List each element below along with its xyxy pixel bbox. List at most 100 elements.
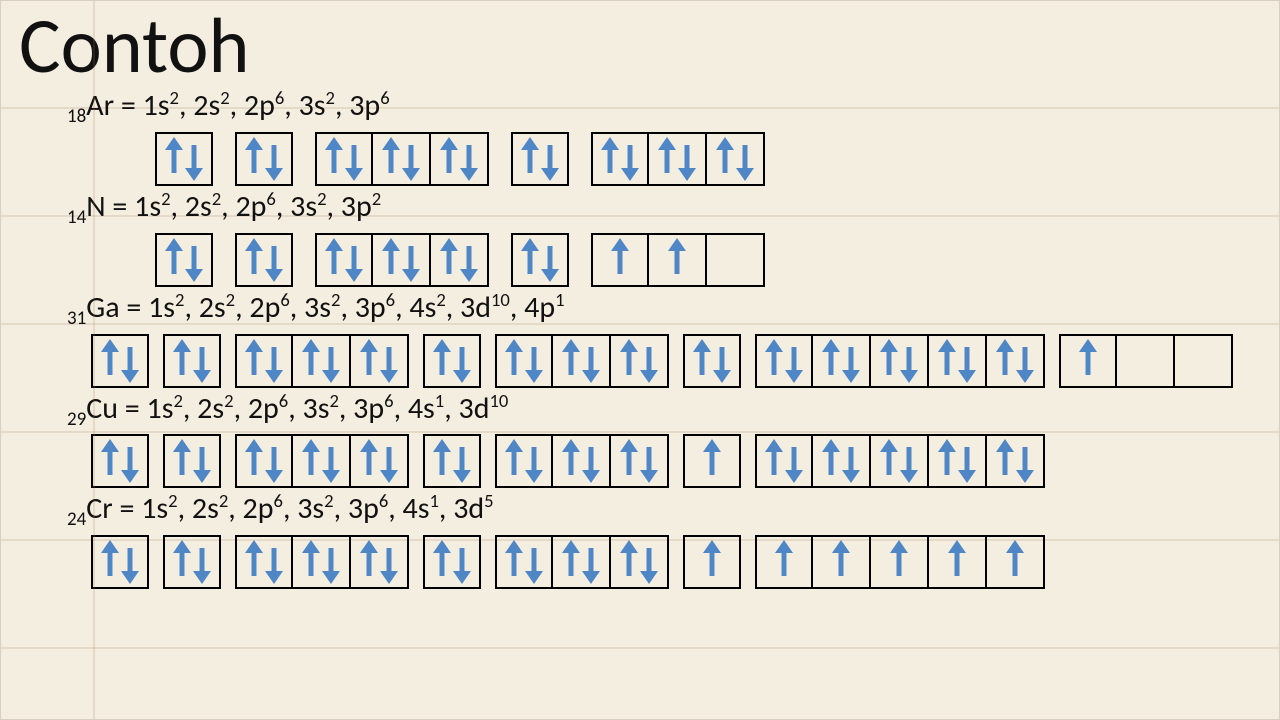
spin-up-icon xyxy=(882,340,896,382)
orbital-cell xyxy=(423,535,481,589)
spin-up-icon xyxy=(998,340,1012,382)
spin-up-icon xyxy=(564,340,578,382)
orbital-cell xyxy=(987,434,1045,488)
orbital-group xyxy=(155,132,213,186)
spin-up-icon xyxy=(767,440,781,482)
orbital-cell xyxy=(553,535,611,589)
spin-up-icon xyxy=(705,440,719,482)
orbital-cell xyxy=(373,132,431,186)
spin-down-icon xyxy=(642,440,656,482)
spin-down-icon xyxy=(738,138,752,180)
orbital-cell xyxy=(235,434,293,488)
spin-down-icon xyxy=(584,340,598,382)
orbital-cell xyxy=(163,535,221,589)
spin-up-icon xyxy=(705,541,719,583)
spin-down-icon xyxy=(902,340,916,382)
spin-up-icon xyxy=(435,340,449,382)
spin-down-icon xyxy=(844,340,858,382)
spin-up-icon xyxy=(622,340,636,382)
orbital-diagram xyxy=(155,132,1265,186)
orbital-group xyxy=(235,434,409,488)
spin-down-icon xyxy=(455,541,469,583)
orbital-cell xyxy=(683,535,741,589)
orbital-group xyxy=(591,233,765,287)
orbital-cell xyxy=(683,334,741,388)
spin-up-icon xyxy=(613,239,627,281)
orbital-cell xyxy=(1117,334,1175,388)
orbital-group xyxy=(235,132,293,186)
spin-up-icon xyxy=(304,440,318,482)
orbital-cell xyxy=(155,233,213,287)
spin-down-icon xyxy=(382,541,396,583)
orbital-cell xyxy=(649,233,707,287)
spin-down-icon xyxy=(123,541,137,583)
element-row-ga: 31Ga = 1s2, 2s2, 2p6, 3s2, 3p6, 4s2, 3d1… xyxy=(67,289,1265,388)
orbital-group xyxy=(423,334,481,388)
spin-up-icon xyxy=(175,541,189,583)
orbital-group xyxy=(495,434,669,488)
spin-down-icon xyxy=(324,340,338,382)
orbital-cell xyxy=(707,132,765,186)
orbital-cell xyxy=(871,434,929,488)
spin-down-icon xyxy=(123,340,137,382)
orbital-cell xyxy=(235,535,293,589)
spin-up-icon xyxy=(523,138,537,180)
spin-down-icon xyxy=(455,340,469,382)
spin-down-icon xyxy=(527,440,541,482)
orbital-diagram xyxy=(91,334,1265,388)
orbital-group xyxy=(235,233,293,287)
spin-down-icon xyxy=(267,541,281,583)
spin-up-icon xyxy=(304,340,318,382)
spin-up-icon xyxy=(362,440,376,482)
orbital-group xyxy=(91,334,149,388)
spin-up-icon xyxy=(940,440,954,482)
spin-up-icon xyxy=(603,138,617,180)
orbital-cell xyxy=(511,233,569,287)
spin-down-icon xyxy=(960,440,974,482)
orbital-cell xyxy=(871,334,929,388)
spin-down-icon xyxy=(642,340,656,382)
spin-down-icon xyxy=(324,440,338,482)
spin-up-icon xyxy=(167,239,181,281)
orbital-cell xyxy=(373,233,431,287)
spin-up-icon xyxy=(103,541,117,583)
spin-up-icon xyxy=(384,239,398,281)
orbital-group xyxy=(235,334,409,388)
spin-down-icon xyxy=(187,239,201,281)
spin-up-icon xyxy=(660,138,674,180)
orbital-cell xyxy=(611,535,669,589)
orbital-cell xyxy=(351,535,409,589)
orbital-cell xyxy=(91,334,149,388)
spin-up-icon xyxy=(442,138,456,180)
orbital-cell xyxy=(423,434,481,488)
orbital-cell xyxy=(813,535,871,589)
orbital-cell xyxy=(511,132,569,186)
orbital-cell xyxy=(813,434,871,488)
orbital-cell xyxy=(315,233,373,287)
spin-down-icon xyxy=(527,541,541,583)
config-formula: 14N = 1s2, 2s2, 2p6, 3s2, 3p2 xyxy=(67,188,1265,229)
orbital-group xyxy=(155,233,213,287)
spin-down-icon xyxy=(462,239,476,281)
spin-up-icon xyxy=(103,340,117,382)
spin-up-icon xyxy=(998,440,1012,482)
spin-up-icon xyxy=(824,340,838,382)
orbital-cell xyxy=(431,233,489,287)
spin-down-icon xyxy=(543,239,557,281)
spin-up-icon xyxy=(175,440,189,482)
orbital-diagram xyxy=(155,233,1265,287)
orbital-group xyxy=(495,535,669,589)
orbital-cell xyxy=(351,434,409,488)
orbital-cell xyxy=(235,132,293,186)
slide-title: Contoh xyxy=(19,7,1265,85)
spin-down-icon xyxy=(680,138,694,180)
spin-down-icon xyxy=(642,541,656,583)
spin-down-icon xyxy=(623,138,637,180)
orbital-cell xyxy=(929,434,987,488)
spin-up-icon xyxy=(304,541,318,583)
spin-up-icon xyxy=(1081,340,1095,382)
spin-down-icon xyxy=(902,440,916,482)
orbital-group xyxy=(235,535,409,589)
spin-up-icon xyxy=(834,541,848,583)
spin-up-icon xyxy=(435,440,449,482)
